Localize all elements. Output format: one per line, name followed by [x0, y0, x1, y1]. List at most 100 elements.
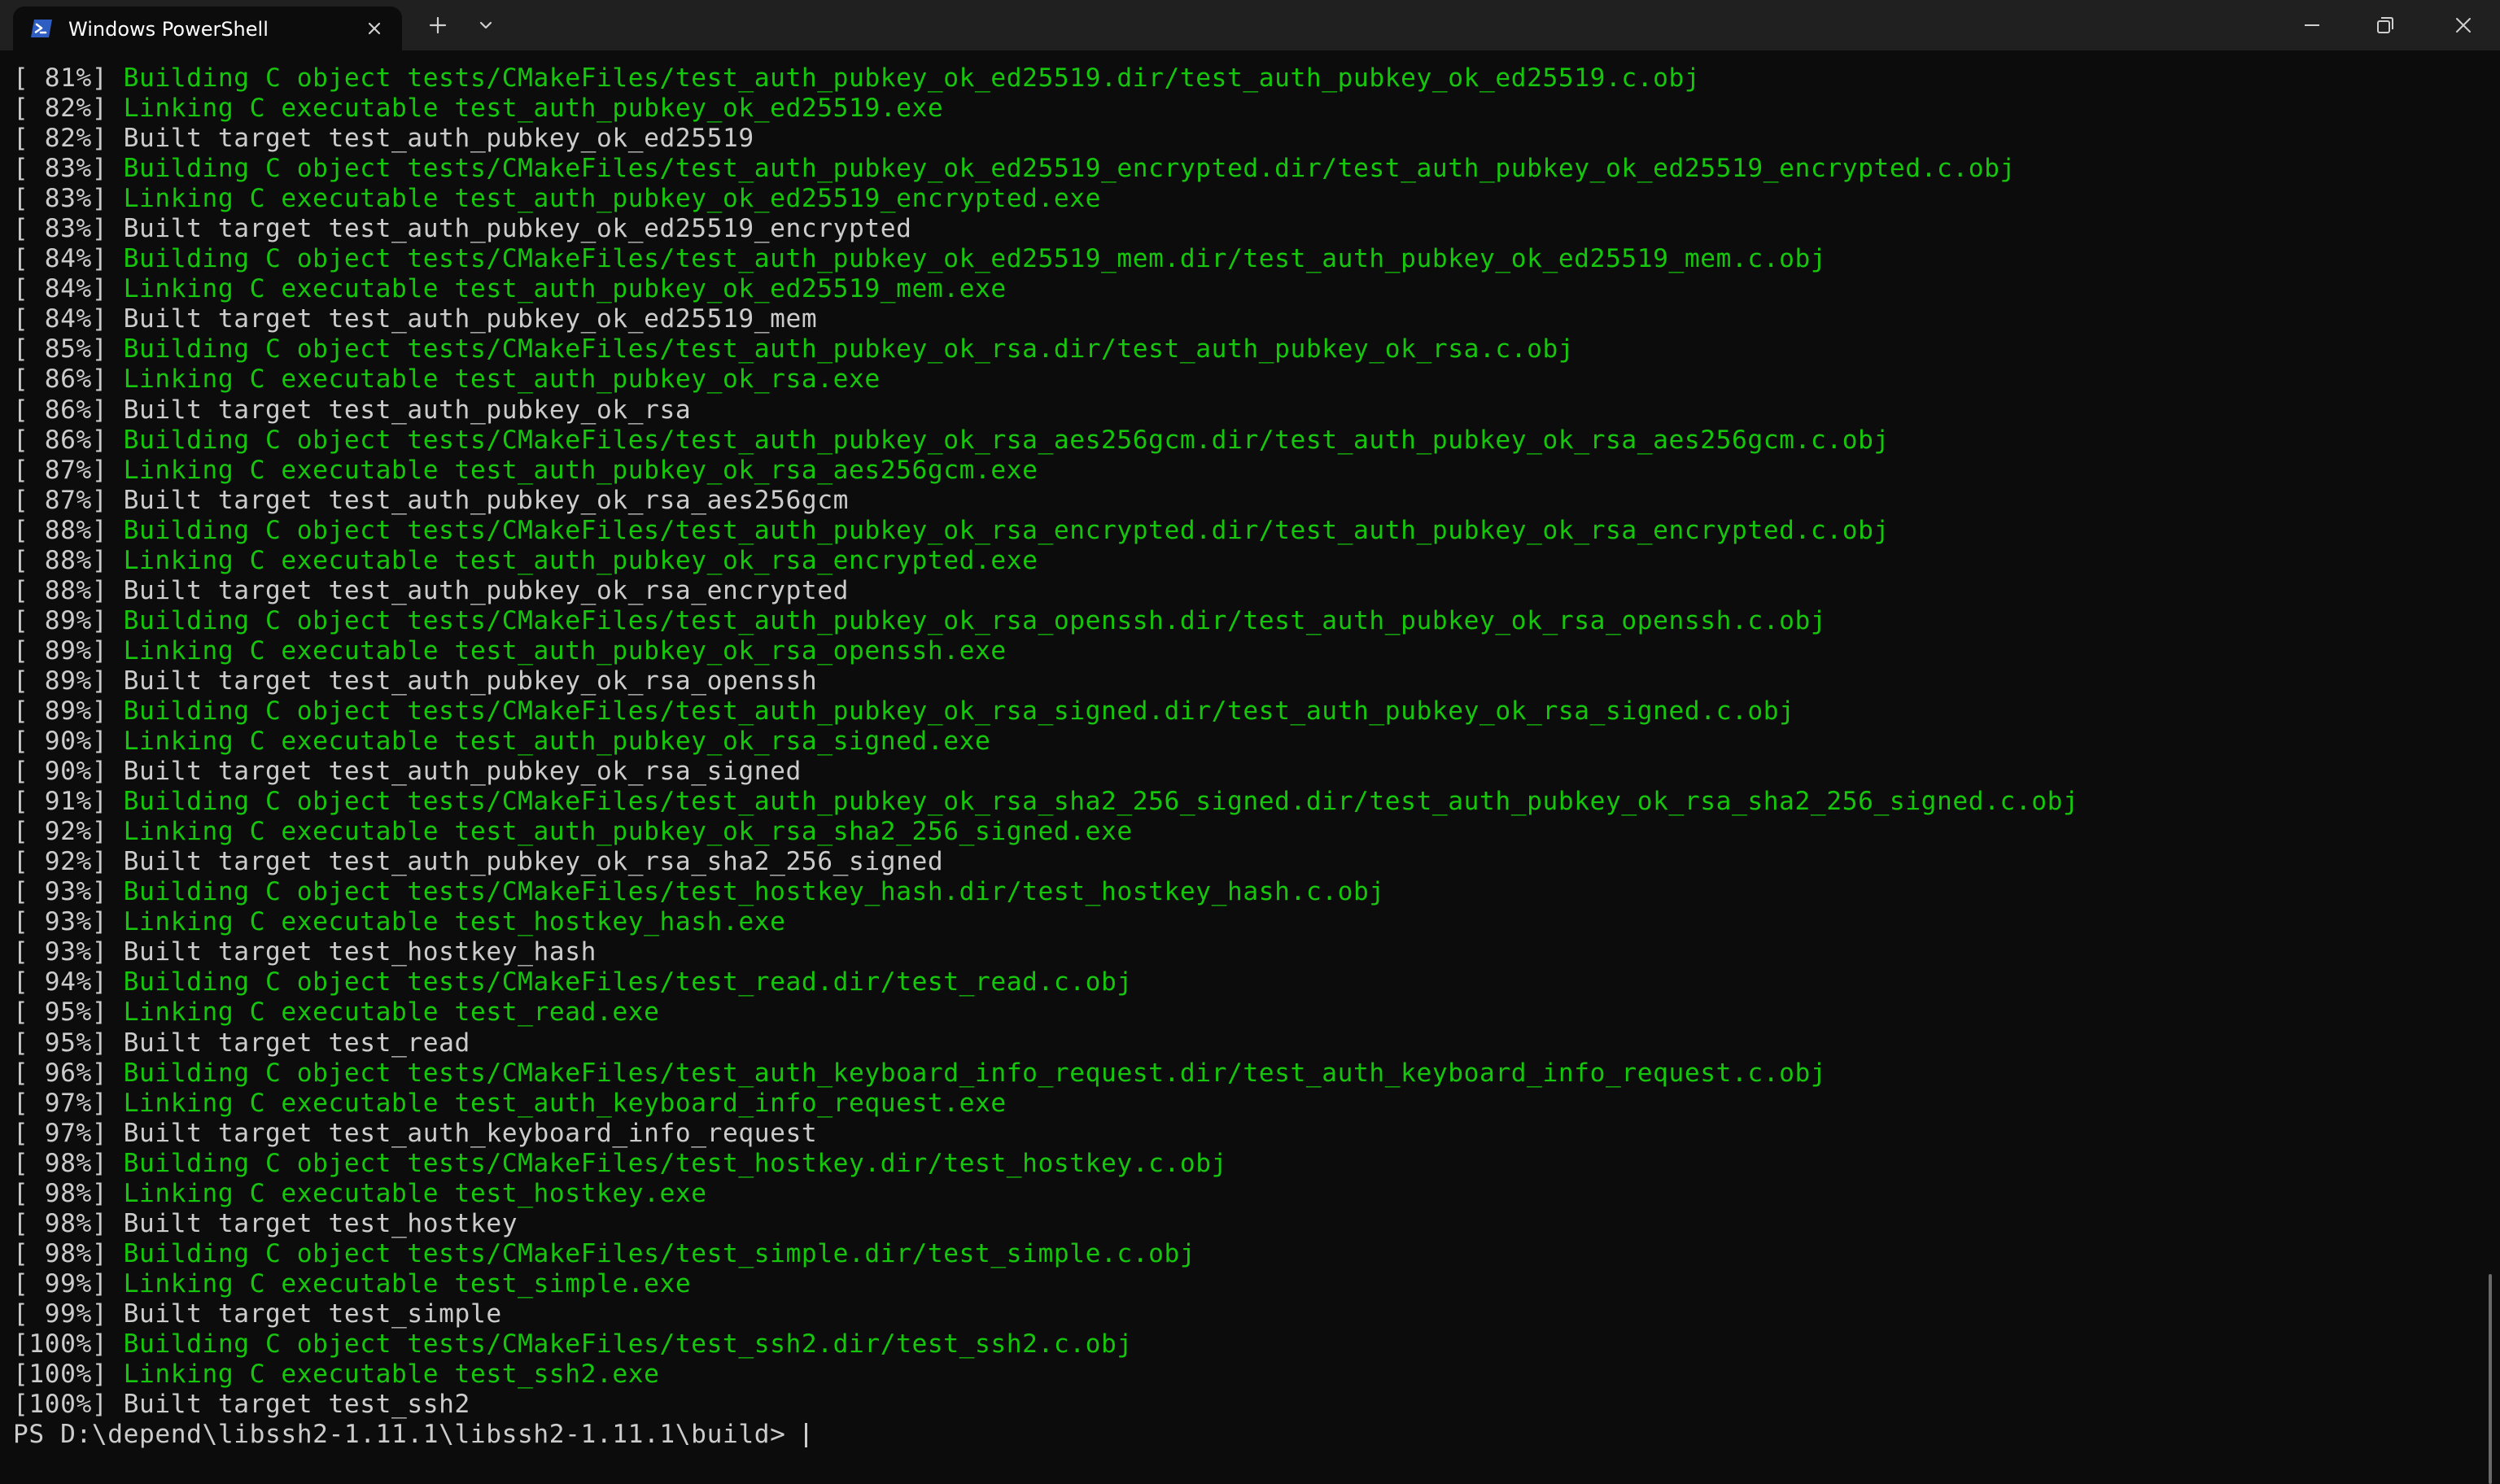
progress-percent: [ 86%]	[13, 364, 108, 395]
terminal-line: [ 87%] Linking C executable test_auth_pu…	[13, 456, 2078, 486]
build-message: Linking C executable test_hostkey_hash.e…	[123, 907, 786, 937]
prompt-line[interactable]: PS D:\depend\libssh2-1.11.1\libssh2-1.11…	[13, 1420, 2078, 1450]
build-message: Built target test_ssh2	[123, 1390, 470, 1420]
progress-percent: [ 83%]	[13, 214, 108, 244]
progress-percent: [ 82%]	[13, 94, 108, 124]
progress-percent: [ 98%]	[13, 1238, 108, 1268]
progress-percent: [ 85%]	[13, 334, 108, 364]
minimize-button[interactable]	[2275, 0, 2349, 50]
terminal-line: [ 98%] Building C object tests/CMakeFile…	[13, 1239, 2078, 1269]
terminal-line: [ 93%] Built target test_hostkey_hash	[13, 937, 2078, 967]
new-tab-button[interactable]	[417, 0, 459, 50]
terminal-line: [ 86%] Built target test_auth_pubkey_ok_…	[13, 395, 2078, 426]
progress-percent: [ 98%]	[13, 1208, 108, 1238]
progress-percent: [ 95%]	[13, 997, 108, 1028]
terminal-line: [ 90%] Built target test_auth_pubkey_ok_…	[13, 757, 2078, 787]
build-message: Building C object tests/CMakeFiles/test_…	[123, 605, 1827, 635]
terminal-line: [ 83%] Built target test_auth_pubkey_ok_…	[13, 214, 2078, 244]
progress-percent: [ 91%]	[13, 787, 108, 817]
progress-percent: [ 83%]	[13, 154, 108, 184]
build-message: Building C object tests/CMakeFiles/test_…	[123, 787, 2079, 817]
progress-percent: [ 88%]	[13, 515, 108, 545]
progress-percent: [ 99%]	[13, 1298, 108, 1329]
powershell-window: Windows PowerShell [81%] Building C obj…	[0, 0, 2500, 1484]
progress-percent: [ 87%]	[13, 485, 108, 515]
build-message: Built target test_auth_pubkey_ok_ed25519	[123, 124, 754, 154]
terminal-line: [ 98%] Linking C executable test_hostkey…	[13, 1179, 2078, 1209]
scrollbar-thumb[interactable]	[2489, 1274, 2492, 1484]
terminal-line: [ 94%] Building C object tests/CMakeFile…	[13, 967, 2078, 997]
restore-button[interactable]	[2349, 0, 2422, 50]
terminal-line: [ 89%] Building C object tests/CMakeFile…	[13, 606, 2078, 636]
text-cursor	[804, 1423, 807, 1448]
tab-title: Windows PowerShell	[68, 18, 269, 41]
progress-percent: [ 90%]	[13, 727, 108, 757]
terminal-line: [ 89%] Built target test_auth_pubkey_ok_…	[13, 666, 2078, 696]
build-message: Built target test_hostkey_hash	[123, 937, 597, 967]
build-message: Building C object tests/CMakeFiles/test_…	[123, 1238, 1196, 1268]
terminal-line: [100%] Built target test_ssh2	[13, 1390, 2078, 1420]
build-message: Linking C executable test_auth_pubkey_ok…	[123, 364, 881, 395]
terminal-line: [ 87%] Built target test_auth_pubkey_ok_…	[13, 486, 2078, 516]
build-message: Built target test_hostkey	[123, 1208, 518, 1238]
build-message: Built target test_auth_pubkey_ok_rsa_sig…	[123, 757, 802, 787]
progress-percent: [ 89%]	[13, 635, 108, 666]
build-message: Building C object tests/CMakeFiles/test_…	[123, 1329, 1133, 1359]
terminal-line: [ 88%] Linking C executable test_auth_pu…	[13, 546, 2078, 576]
build-message: Building C object tests/CMakeFiles/test_…	[123, 425, 1890, 455]
progress-percent: [ 89%]	[13, 696, 108, 726]
terminal-line: [ 95%] Built target test_read	[13, 1028, 2078, 1058]
build-message: Building C object tests/CMakeFiles/test_…	[123, 967, 1133, 997]
build-message: Building C object tests/CMakeFiles/test_…	[123, 696, 1795, 726]
terminal-line: [ 88%] Built target test_auth_pubkey_ok_…	[13, 576, 2078, 606]
build-message: Linking C executable test_auth_pubkey_ok…	[123, 727, 991, 757]
prompt-text: PS D:\depend\libssh2-1.11.1\libssh2-1.11…	[13, 1420, 802, 1450]
progress-percent: [ 98%]	[13, 1148, 108, 1178]
build-message: Built target test_auth_pubkey_ok_ed25519…	[123, 214, 912, 244]
build-message: Linking C executable test_auth_pubkey_ok…	[123, 817, 1133, 847]
progress-percent: [ 93%]	[13, 937, 108, 967]
progress-percent: [ 98%]	[13, 1178, 108, 1208]
progress-percent: [ 93%]	[13, 907, 108, 937]
terminal-lines: [ 81%] Building C object tests/CMakeFile…	[13, 63, 2078, 1450]
build-message: Linking C executable test_hostkey.exe	[123, 1178, 707, 1208]
progress-percent: [ 83%]	[13, 184, 108, 214]
build-message: Built target test_auth_pubkey_ok_rsa	[123, 395, 692, 425]
chevron-down-icon[interactable]	[467, 0, 505, 50]
progress-percent: [100%]	[13, 1329, 108, 1359]
progress-percent: [ 81%]	[13, 63, 108, 93]
terminal-line: [ 93%] Building C object tests/CMakeFile…	[13, 877, 2078, 907]
progress-percent: [ 96%]	[13, 1058, 108, 1088]
progress-percent: [ 86%]	[13, 425, 108, 455]
progress-percent: [ 86%]	[13, 395, 108, 425]
tab-windows-powershell[interactable]: Windows PowerShell	[13, 7, 402, 50]
build-message: Linking C executable test_auth_pubkey_ok…	[123, 94, 944, 124]
terminal-line: [ 86%] Building C object tests/CMakeFile…	[13, 426, 2078, 456]
terminal-line: [ 97%] Built target test_auth_keyboard_i…	[13, 1119, 2078, 1149]
terminal-line: [ 91%] Building C object tests/CMakeFile…	[13, 787, 2078, 817]
progress-percent: [ 95%]	[13, 1028, 108, 1058]
progress-percent: [ 92%]	[13, 847, 108, 877]
terminal-line: [ 92%] Linking C executable test_auth_pu…	[13, 817, 2078, 847]
progress-percent: [ 97%]	[13, 1088, 108, 1118]
title-bar[interactable]: Windows PowerShell	[0, 0, 2500, 50]
terminal-line: [ 90%] Linking C executable test_auth_pu…	[13, 727, 2078, 757]
progress-percent: [ 99%]	[13, 1268, 108, 1298]
build-message: Building C object tests/CMakeFiles/test_…	[123, 515, 1890, 545]
build-message: Linking C executable test_auth_pubkey_ok…	[123, 635, 1007, 666]
progress-percent: [ 92%]	[13, 817, 108, 847]
close-window-button[interactable]	[2427, 0, 2500, 50]
build-message: Built target test_simple	[123, 1298, 502, 1329]
progress-percent: [ 84%]	[13, 274, 108, 304]
terminal-line: [ 96%] Building C object tests/CMakeFile…	[13, 1058, 2078, 1089]
terminal-line: [ 93%] Linking C executable test_hostkey…	[13, 907, 2078, 937]
build-message: Linking C executable test_auth_pubkey_ok…	[123, 455, 1038, 485]
terminal-line: [ 81%] Building C object tests/CMakeFile…	[13, 63, 2078, 94]
close-tab-icon[interactable]	[363, 17, 386, 40]
build-message: Built target test_auth_pubkey_ok_rsa_ope…	[123, 666, 818, 696]
terminal-output[interactable]: [ 81%] Building C object tests/CMakeFile…	[0, 50, 2500, 1484]
progress-percent: [ 87%]	[13, 455, 108, 485]
terminal-line: [ 95%] Linking C executable test_read.ex…	[13, 997, 2078, 1028]
terminal-line: [100%] Building C object tests/CMakeFile…	[13, 1329, 2078, 1360]
terminal-line: [ 98%] Building C object tests/CMakeFile…	[13, 1149, 2078, 1179]
